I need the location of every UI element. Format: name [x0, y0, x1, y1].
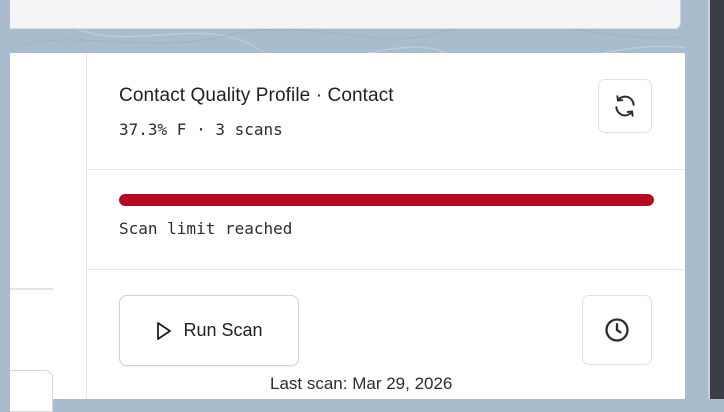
window-edge [710, 0, 724, 399]
top-toolbar [10, 0, 681, 29]
run-scan-label: Run Scan [183, 320, 263, 340]
refresh-icon [615, 95, 635, 117]
scan-limit-progress [119, 194, 654, 206]
scan-limit-status: Scan limit reached [119, 219, 293, 238]
right-gutter [685, 0, 710, 399]
play-icon [157, 321, 172, 340]
card-title: Contact Quality Profile · Contact [119, 85, 394, 106]
scan-history-button[interactable] [582, 295, 652, 365]
scan-limit-progress-fill [119, 194, 654, 206]
refresh-button[interactable] [598, 79, 652, 133]
divider [87, 269, 686, 270]
quality-profile-card: Contact Quality Profile · Contact 37.3% … [86, 53, 686, 399]
clock-icon [605, 318, 629, 342]
left-input-field[interactable] [10, 370, 53, 412]
left-panel [10, 53, 86, 399]
divider [87, 169, 686, 170]
run-scan-button[interactable]: Run Scan [119, 295, 299, 366]
last-scan-text: Last scan: Mar 29, 2026 [270, 374, 453, 393]
left-divider [10, 288, 53, 290]
card-summary: 37.3% F · 3 scans [119, 120, 283, 139]
